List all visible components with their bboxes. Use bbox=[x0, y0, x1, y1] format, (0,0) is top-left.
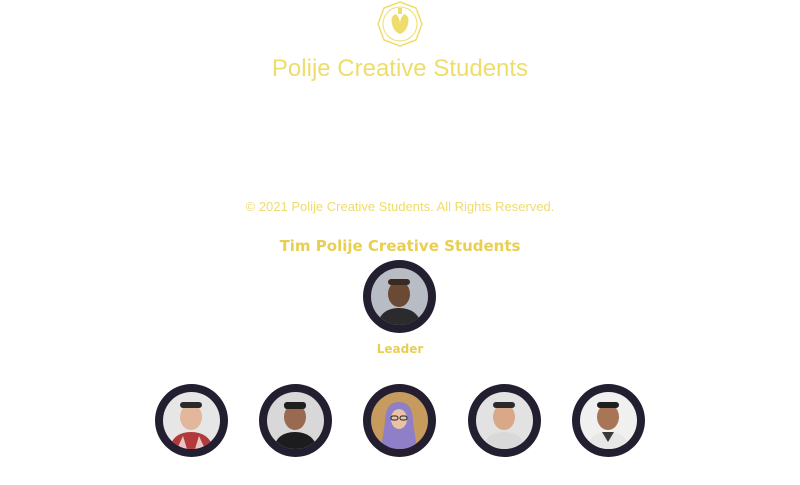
page: Polije Creative Students © 2021 Polije C… bbox=[0, 0, 800, 485]
copyright-text: © 2021 Polije Creative Students. All Rig… bbox=[245, 199, 555, 214]
member-photo-icon bbox=[580, 392, 637, 449]
leader-photo-icon bbox=[371, 268, 428, 325]
polije-logo-icon[interactable] bbox=[376, 0, 424, 48]
team-heading: Tim Polije Creative Students bbox=[279, 237, 521, 255]
member-avatar[interactable] bbox=[572, 384, 645, 457]
member-avatar[interactable] bbox=[259, 384, 332, 457]
member-avatar[interactable] bbox=[468, 384, 541, 457]
member-avatar[interactable] bbox=[363, 384, 436, 457]
member-photo-icon bbox=[371, 392, 428, 449]
member-photo-icon bbox=[476, 392, 533, 449]
member-avatar[interactable] bbox=[155, 384, 228, 457]
member-photo-icon bbox=[267, 392, 324, 449]
site-title: Polije Creative Students bbox=[271, 55, 529, 82]
leader-role-label: Leader bbox=[376, 342, 424, 356]
member-photo-icon bbox=[163, 392, 220, 449]
leader-avatar[interactable] bbox=[363, 260, 436, 333]
